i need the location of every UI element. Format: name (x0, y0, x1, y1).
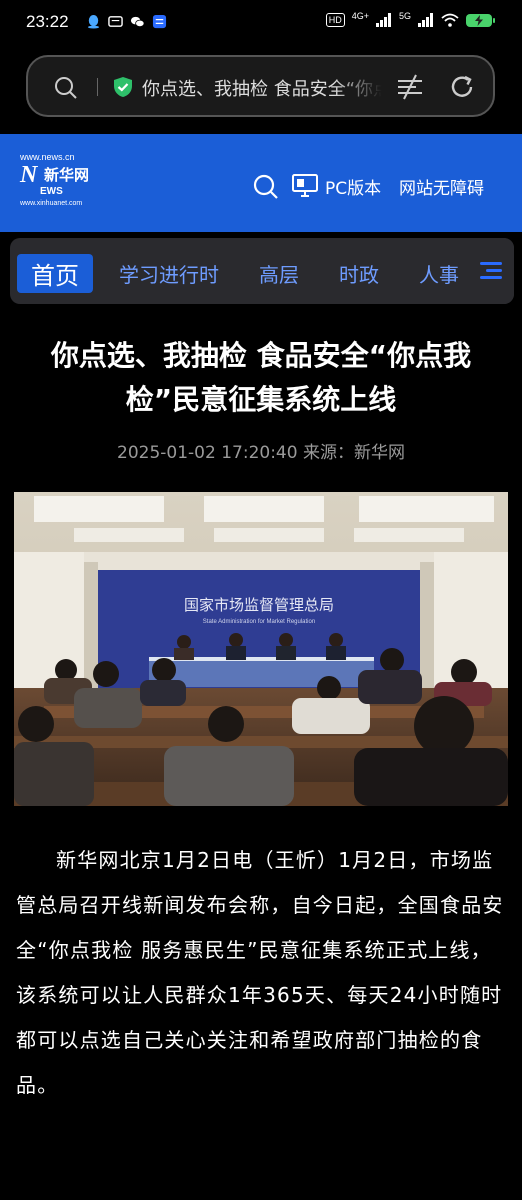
channel-nav: 首页 学习进行时 高层 时政 人事 (10, 238, 514, 304)
xinhuanet-logo[interactable]: www.news.cn N 新华网 EWS www.xinhuanet.com (20, 152, 110, 212)
article-datetime: 2025-01-02 17:20:40 (117, 443, 298, 463)
press-conference-image: 国家市场监督管理总局 State Administration for Mark… (14, 492, 508, 806)
signal-2-icon (418, 13, 433, 27)
menu-icon[interactable] (480, 262, 502, 280)
charging-bolt-icon (475, 14, 483, 26)
logo-letter: N (20, 162, 37, 188)
wifi-icon (441, 13, 459, 27)
tab-study[interactable]: 学习进行时 (119, 259, 219, 288)
banner-chinese: 国家市场监督管理总局 (184, 596, 334, 614)
article-meta: 2025-01-02 17:20:40 来源：新华网 (0, 438, 522, 463)
article-source: 来源：新华网 (302, 443, 405, 463)
browser-address-bar[interactable]: 你点选、我抽检 食品安全“你点我检”民意征集系统上线 (26, 55, 495, 117)
logo-url-top: www.news.cn (20, 152, 75, 162)
article-photo[interactable]: 国家市场监督管理总局 State Administration for Mark… (14, 492, 508, 806)
address-url-text[interactable]: 你点选、我抽检 食品安全“你点我检”民意征集系统上线 (142, 75, 382, 101)
hd-badge: HD (325, 13, 345, 27)
news-app-icon (152, 14, 167, 29)
banner-english: State Administration for Market Regulati… (203, 619, 315, 625)
accessibility-link[interactable]: 网站无障碍 (399, 174, 484, 199)
tab-leadership[interactable]: 高层 (259, 259, 299, 288)
network-label-2: 5G (398, 11, 411, 21)
message-icon (108, 16, 123, 27)
address-divider (97, 78, 98, 96)
wechat-icon (130, 16, 145, 28)
logo-url-bottom: www.xinhuanet.com (20, 200, 83, 207)
status-time: 23:22 (26, 12, 69, 31)
reload-icon[interactable] (448, 73, 476, 101)
reader-mode-icon[interactable] (396, 73, 424, 101)
system-indicators: HD 4G+ 5G (325, 11, 495, 27)
qq-icon (87, 14, 100, 29)
tab-politics[interactable]: 时政 (339, 259, 379, 288)
site-search-icon[interactable] (253, 174, 279, 200)
tab-personnel[interactable]: 人事 (419, 259, 459, 288)
battery-icon (466, 13, 495, 27)
notification-icons (86, 14, 167, 29)
logo-ews: EWS (40, 186, 63, 197)
channel-tabs: 首页 学习进行时 高层 时政 人事 (17, 254, 499, 293)
site-header: www.news.cn N 新华网 EWS www.xinhuanet.com … (0, 134, 522, 232)
secure-shield-icon (114, 77, 132, 97)
search-icon[interactable] (54, 76, 78, 100)
logo-chinese: 新华网 (44, 166, 90, 184)
article-body: 新华网北京1月2日电（王忻）1月2日，市场监管总局召开线新闻发布会称，自今日起，… (16, 848, 504, 1097)
monitor-icon[interactable] (292, 174, 318, 198)
pc-version-link[interactable]: PC版本 (325, 174, 381, 199)
signal-icon (375, 13, 391, 27)
network-label: 4G+ (351, 11, 369, 21)
status-bar: 23:22 HD 4G+ 5G (0, 0, 522, 46)
tab-home[interactable]: 首页 (17, 254, 93, 293)
article-title: 你点选、我抽检 食品安全“你点我检”民意征集系统上线 (50, 339, 472, 416)
